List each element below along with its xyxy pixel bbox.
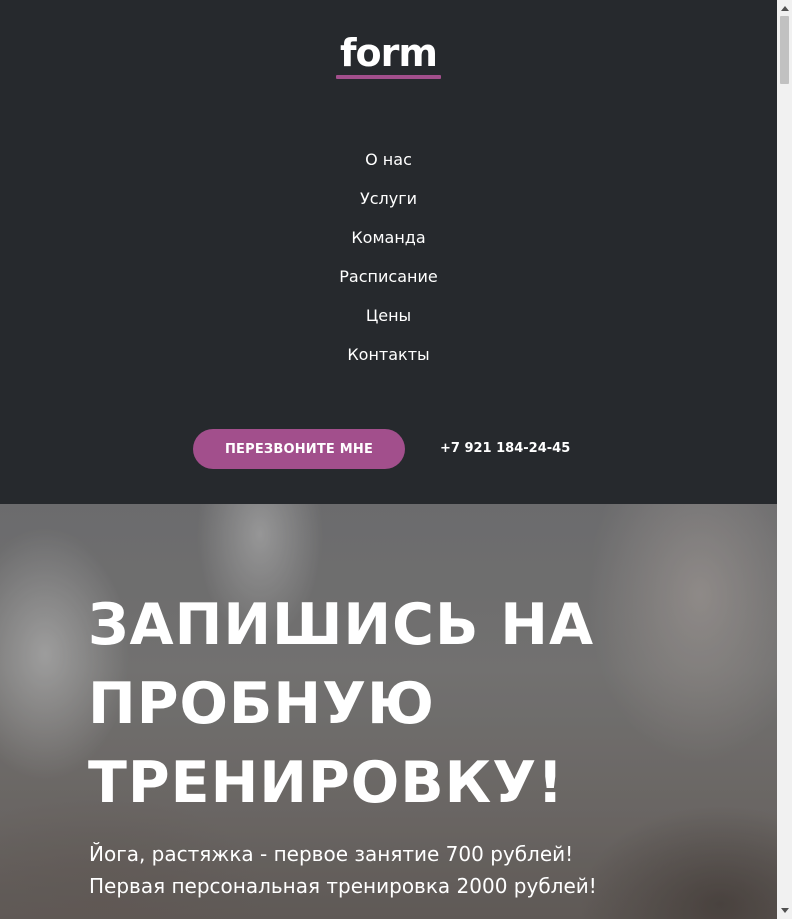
phone-link[interactable]: +7 921 184-24-45 — [440, 439, 570, 459]
scroll-down-icon[interactable] — [781, 908, 789, 913]
nav-link-team[interactable]: Команда — [351, 228, 425, 247]
hero-title-line: ЗАПИШИСЬ НА — [88, 592, 595, 658]
hero-subtitle-line: Первая персональная тренировка 2000 рубл… — [89, 874, 597, 898]
hero-title-line: ТРЕНИРОВКУ! — [88, 750, 565, 816]
scrollbar-thumb[interactable] — [780, 16, 789, 84]
logo-text: form — [340, 31, 438, 75]
nav-link-prices[interactable]: Цены — [366, 306, 411, 325]
nav-link-contacts[interactable]: Контакты — [347, 345, 429, 364]
nav-link-services[interactable]: Услуги — [360, 189, 417, 208]
nav-item-services: Услуги — [0, 179, 777, 218]
vertical-scrollbar[interactable] — [777, 0, 792, 919]
nav-link-schedule[interactable]: Расписание — [339, 267, 437, 286]
hero-title: ЗАПИШИСЬ НА ПРОБНУЮ ТРЕНИРОВКУ! — [88, 586, 768, 823]
nav-item-prices: Цены — [0, 296, 777, 335]
hero-title-line: ПРОБНУЮ — [88, 671, 435, 737]
hero-subtitle: Йога, растяжка - первое занятие 700 рубл… — [89, 838, 769, 902]
nav-item-contacts: Контакты — [0, 335, 777, 374]
callback-button[interactable]: ПЕРЕЗВОНИТЕ МНЕ — [193, 429, 405, 469]
nav-item-schedule: Расписание — [0, 257, 777, 296]
main-nav: О нас Услуги Команда Расписание Цены Кон… — [0, 140, 777, 374]
page: form О нас Услуги Команда Расписание Цен… — [0, 0, 777, 919]
hero-section: ЗАПИШИСЬ НА ПРОБНУЮ ТРЕНИРОВКУ! Йога, ра… — [0, 504, 777, 919]
hero-subtitle-line: Йога, растяжка - первое занятие 700 рубл… — [89, 842, 574, 866]
site-header: form О нас Услуги Команда Расписание Цен… — [0, 0, 777, 504]
logo[interactable]: form — [336, 30, 441, 82]
nav-link-about[interactable]: О нас — [365, 150, 412, 169]
logo-underline — [336, 75, 441, 79]
nav-item-about: О нас — [0, 140, 777, 179]
nav-item-team: Команда — [0, 218, 777, 257]
scroll-up-icon[interactable] — [781, 6, 789, 11]
